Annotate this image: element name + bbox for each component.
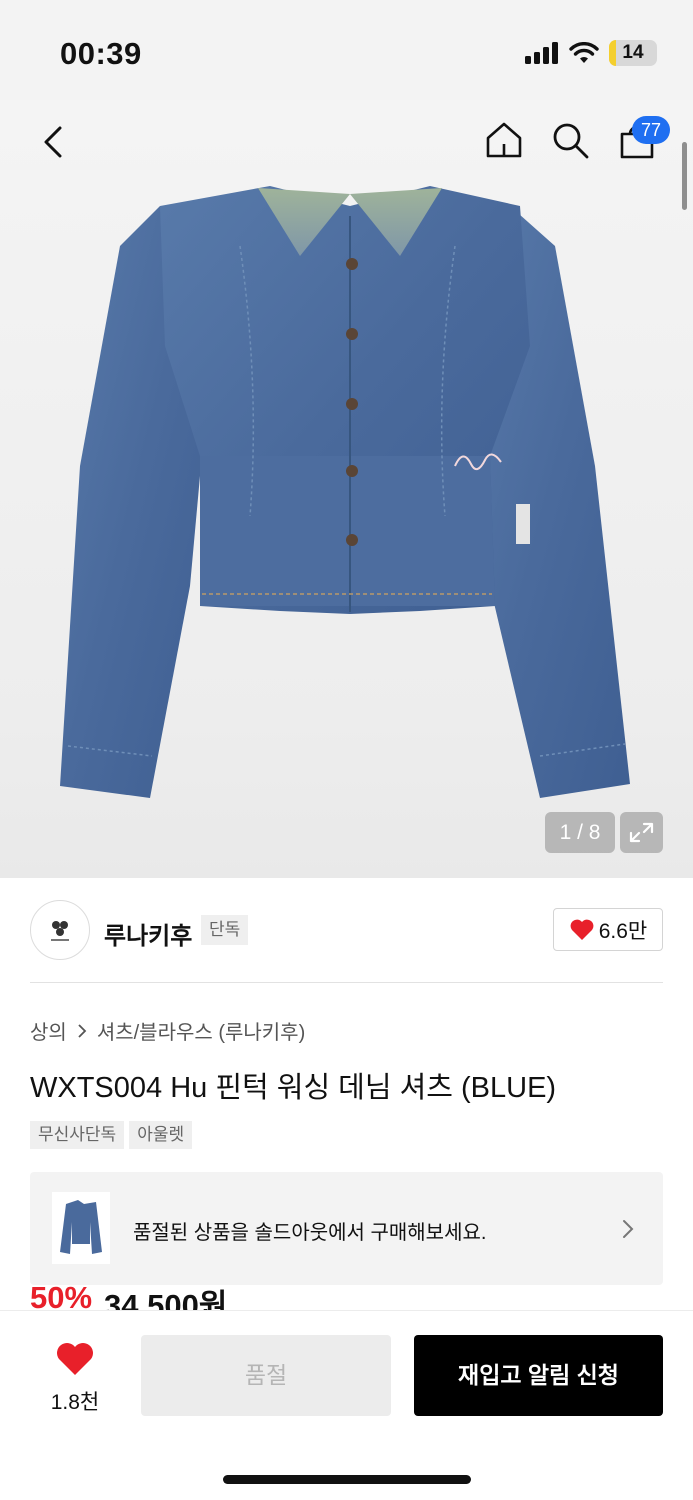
gallery-pager: 1 / 8 [545, 812, 615, 853]
back-icon[interactable] [36, 122, 72, 162]
product-image [60, 186, 630, 798]
battery-icon: 14 [609, 40, 657, 66]
product-gallery[interactable]: 77 1 / 8 [0, 100, 693, 878]
wifi-icon [569, 42, 599, 63]
status-time: 00:39 [60, 36, 142, 71]
brand-row[interactable]: 루나키후 단독 6.6만 [0, 878, 693, 982]
status-icons: 14 [525, 40, 657, 66]
banner-thumbnail [52, 1192, 110, 1264]
home-icon[interactable] [484, 120, 524, 160]
brand-exclusive-tag: 단독 [201, 915, 249, 945]
soldout-banner-text: 품절된 상품을 솔드아웃에서 구매해보세요. [133, 1222, 487, 1244]
wish-count: 1.8천 [50, 1391, 100, 1414]
breadcrumb-subcategory[interactable]: 셔츠/블라우스 (루나키후) [97, 1016, 305, 1045]
brand-logo[interactable] [30, 900, 90, 960]
heart-icon [57, 1343, 93, 1375]
cart-badge: 77 [632, 116, 670, 144]
tag-outlet: 아울렛 [129, 1121, 193, 1149]
chevron-right-icon [78, 1023, 87, 1038]
product-title: WXTS004 Hu 핀턱 워싱 데님 셔츠 (BLUE) [30, 1072, 557, 1104]
scrollbar[interactable] [682, 142, 687, 210]
breadcrumb-category[interactable]: 상의 [30, 1016, 67, 1045]
product-tags: 무신사단독 아울렛 [30, 1121, 193, 1149]
brand-like-button[interactable]: 6.6만 [553, 908, 663, 951]
divider [30, 982, 663, 983]
home-indicator[interactable] [223, 1475, 471, 1484]
breadcrumb: 상의 셔츠/블라우스 (루나키후) [30, 1016, 305, 1045]
wish-button[interactable]: 1.8천 [40, 1341, 110, 1416]
chevron-right-icon [623, 1220, 634, 1238]
brand-logo-icon [51, 921, 69, 941]
status-bar: 00:39 14 [0, 0, 693, 100]
bottom-action-bar: 1.8천 품절 재입고 알림 신청 [0, 1310, 693, 1500]
soldout-button[interactable]: 품절 [141, 1335, 391, 1416]
restock-alert-button[interactable]: 재입고 알림 신청 [414, 1335, 663, 1416]
tag-exclusive: 무신사단독 [30, 1121, 125, 1149]
soldout-banner[interactable]: 품절된 상품을 솔드아웃에서 구매해보세요. [30, 1172, 663, 1285]
search-icon[interactable] [550, 120, 590, 160]
signal-icon [525, 42, 558, 64]
brand-like-count: 6.6만 [598, 919, 648, 943]
heart-icon [570, 919, 594, 940]
battery-level: 14 [622, 42, 644, 63]
expand-icon[interactable] [620, 812, 663, 853]
brand-name[interactable]: 루나키후 [104, 916, 192, 951]
